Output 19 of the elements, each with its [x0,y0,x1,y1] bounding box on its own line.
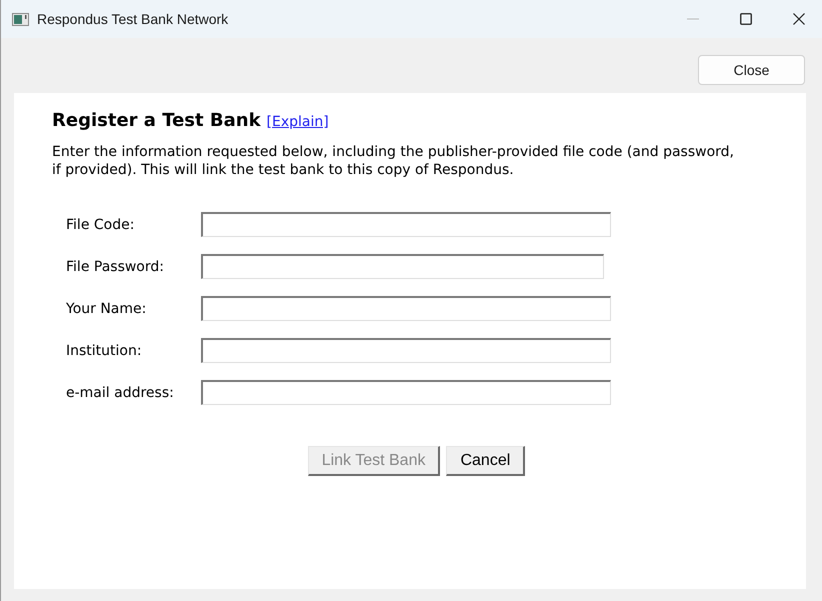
field-label: e-mail address: [66,384,175,400]
field-label: Institution: [66,342,143,358]
maximize-icon[interactable] [740,13,752,25]
password-field[interactable] [201,254,604,279]
input-field[interactable] [201,212,611,237]
close-button[interactable]: Close [698,55,805,85]
app-icon [12,12,29,26]
input-field[interactable] [201,338,611,363]
input-field[interactable] [201,380,611,405]
field-label: Your Name: [66,300,148,316]
field-label: File Code: [66,216,136,232]
window-title: Respondus Test Bank Network [37,11,230,27]
form-heading: Register a Test Bank [52,110,261,131]
cancel-button[interactable]: Cancel [446,446,526,476]
explain-link[interactable]: [Explain] [266,114,329,130]
close-icon[interactable] [793,13,805,25]
instructions-text: Enter the information requested below, including the publisher-provided file code (and password, if provided). This will link the test bank to this copy of Respondus. [52,143,735,179]
input-field[interactable] [201,296,611,321]
field-label: File Password: [66,258,165,274]
